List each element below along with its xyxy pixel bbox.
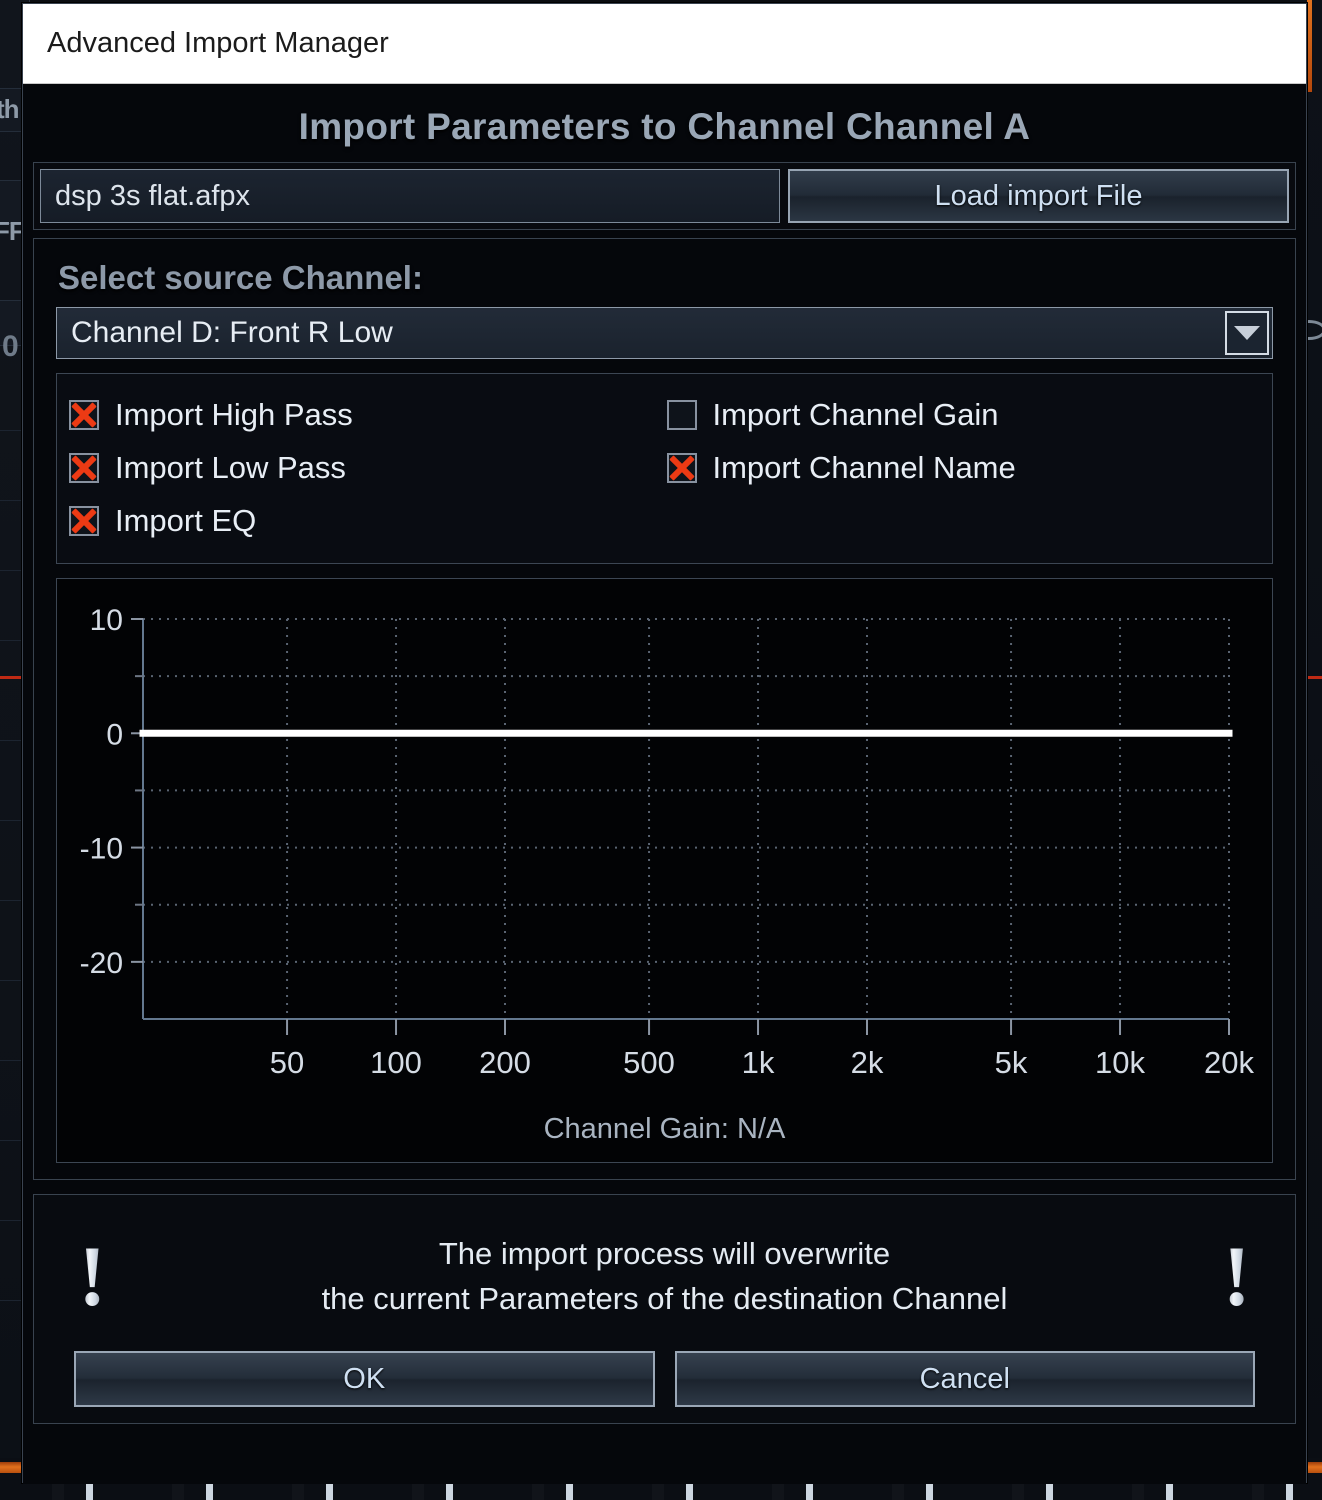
import-checkbox-group: Import High Pass Import Low Pass Import … xyxy=(56,373,1273,564)
select-source-channel-label: Select source Channel: xyxy=(58,259,423,296)
warning-exclamation-icon-right: ! xyxy=(1222,1228,1251,1325)
chart-tick-label-x: 50 xyxy=(270,1045,304,1080)
page-title: Import Parameters to Channel Channel A xyxy=(298,106,1031,147)
chart-tick-label-x: 5k xyxy=(995,1045,1028,1080)
ok-button[interactable]: OK xyxy=(74,1351,655,1407)
chevron-down-glyph xyxy=(1234,326,1260,340)
checkbox-import-channel-name[interactable]: Import Channel Name xyxy=(666,441,1261,494)
chart-caption: Channel Gain: N/A xyxy=(543,1113,786,1145)
cancel-button[interactable]: Cancel xyxy=(674,1351,1255,1407)
chart-tick-label-x: 2k xyxy=(851,1045,884,1080)
checkbox-label: Import EQ xyxy=(115,502,257,538)
chart-tick-label-x: 10k xyxy=(1095,1045,1145,1080)
checkbox-import-eq[interactable]: Import EQ xyxy=(69,494,665,547)
chart-canvas: 100-10-2050 100 200 500 1k 2k 5k 10k 20k xyxy=(80,604,1255,1080)
checkbox-label: Import Channel Gain xyxy=(712,396,999,432)
frequency-response-chart[interactable]: 10 0 -10 -20 50 100 200 500 1k 2k 5k 10k 20k Channel… xyxy=(56,578,1273,1163)
warning-exclamation-icon-left: ! xyxy=(78,1228,107,1325)
chart-tick-label-x: 200 xyxy=(479,1045,531,1080)
checkbox-icon-checked[interactable] xyxy=(666,452,697,483)
background-orange-indicator xyxy=(1307,0,1312,92)
dialog-body: Import Parameters to Channel Channel A d… xyxy=(23,84,1306,1484)
chart-tick-label-y: 10 xyxy=(90,604,123,637)
overwrite-warning-panel: ! The import process will overwrite the … xyxy=(33,1194,1296,1424)
chart-tick-label-x: 100 xyxy=(370,1045,422,1080)
import-checkbox-column-right: Import Channel Gain Import Channel Name xyxy=(665,388,1261,547)
chevron-down-icon[interactable] xyxy=(1225,311,1269,355)
import-options-panel: Select source Channel: Channel D: Front … xyxy=(33,238,1296,1180)
checkbox-import-high-pass[interactable]: Import High Pass xyxy=(69,388,665,441)
dialog-title-bar[interactable]: Advanced Import Manager xyxy=(23,4,1306,84)
dialog-button-row: OK Cancel xyxy=(52,1347,1277,1407)
source-channel-select[interactable]: Channel D: Front R Low xyxy=(56,307,1273,359)
import-file-path-input[interactable]: dsp 3s flat.afpx xyxy=(40,169,780,223)
chart-tick-label-y: 0 xyxy=(106,718,123,751)
checkbox-label: Import High Pass xyxy=(115,396,353,432)
window-title: Advanced Import Manager xyxy=(47,27,389,59)
import-file-row: dsp 3s flat.afpx Load import File xyxy=(33,162,1296,230)
source-channel-value: Channel D: Front R Low xyxy=(71,316,393,349)
background-label-zero: 0 xyxy=(2,330,19,363)
chart-tick-label-y: -20 xyxy=(80,947,123,980)
chart-tick-label-x: 20k xyxy=(1204,1045,1254,1080)
background-label-ff: FF xyxy=(0,216,25,246)
checkbox-label: Import Channel Name xyxy=(712,449,1016,485)
checkbox-icon-checked[interactable] xyxy=(69,452,99,483)
chart-tick-label-x: 1k xyxy=(742,1045,775,1080)
background-label-th: th xyxy=(0,94,20,124)
chart-tick-label-y: -10 xyxy=(80,833,123,866)
warning-message-line-2: the current Parameters of the destinatio… xyxy=(321,1281,1008,1316)
import-checkbox-column-left: Import High Pass Import Low Pass Import … xyxy=(69,388,665,547)
load-import-file-button[interactable]: Load import File xyxy=(788,169,1289,223)
advanced-import-manager-dialog: Advanced Import Manager Import Parameter… xyxy=(22,3,1307,1484)
chart-tick-label-x: 500 xyxy=(623,1045,675,1080)
checkbox-import-channel-gain[interactable]: Import Channel Gain xyxy=(666,388,1261,441)
checkbox-import-low-pass[interactable]: Import Low Pass xyxy=(69,441,665,494)
checkbox-icon-unchecked[interactable] xyxy=(666,399,697,430)
warning-message-line-1: The import process will overwrite xyxy=(438,1236,891,1272)
warning-row: ! The import process will overwrite the … xyxy=(52,1207,1277,1347)
checkbox-icon-checked[interactable] xyxy=(69,399,99,430)
checkbox-icon-checked[interactable] xyxy=(69,505,99,536)
checkbox-label: Import Low Pass xyxy=(115,449,346,485)
warning-message: The import process will overwrite the cu… xyxy=(107,1232,1223,1322)
